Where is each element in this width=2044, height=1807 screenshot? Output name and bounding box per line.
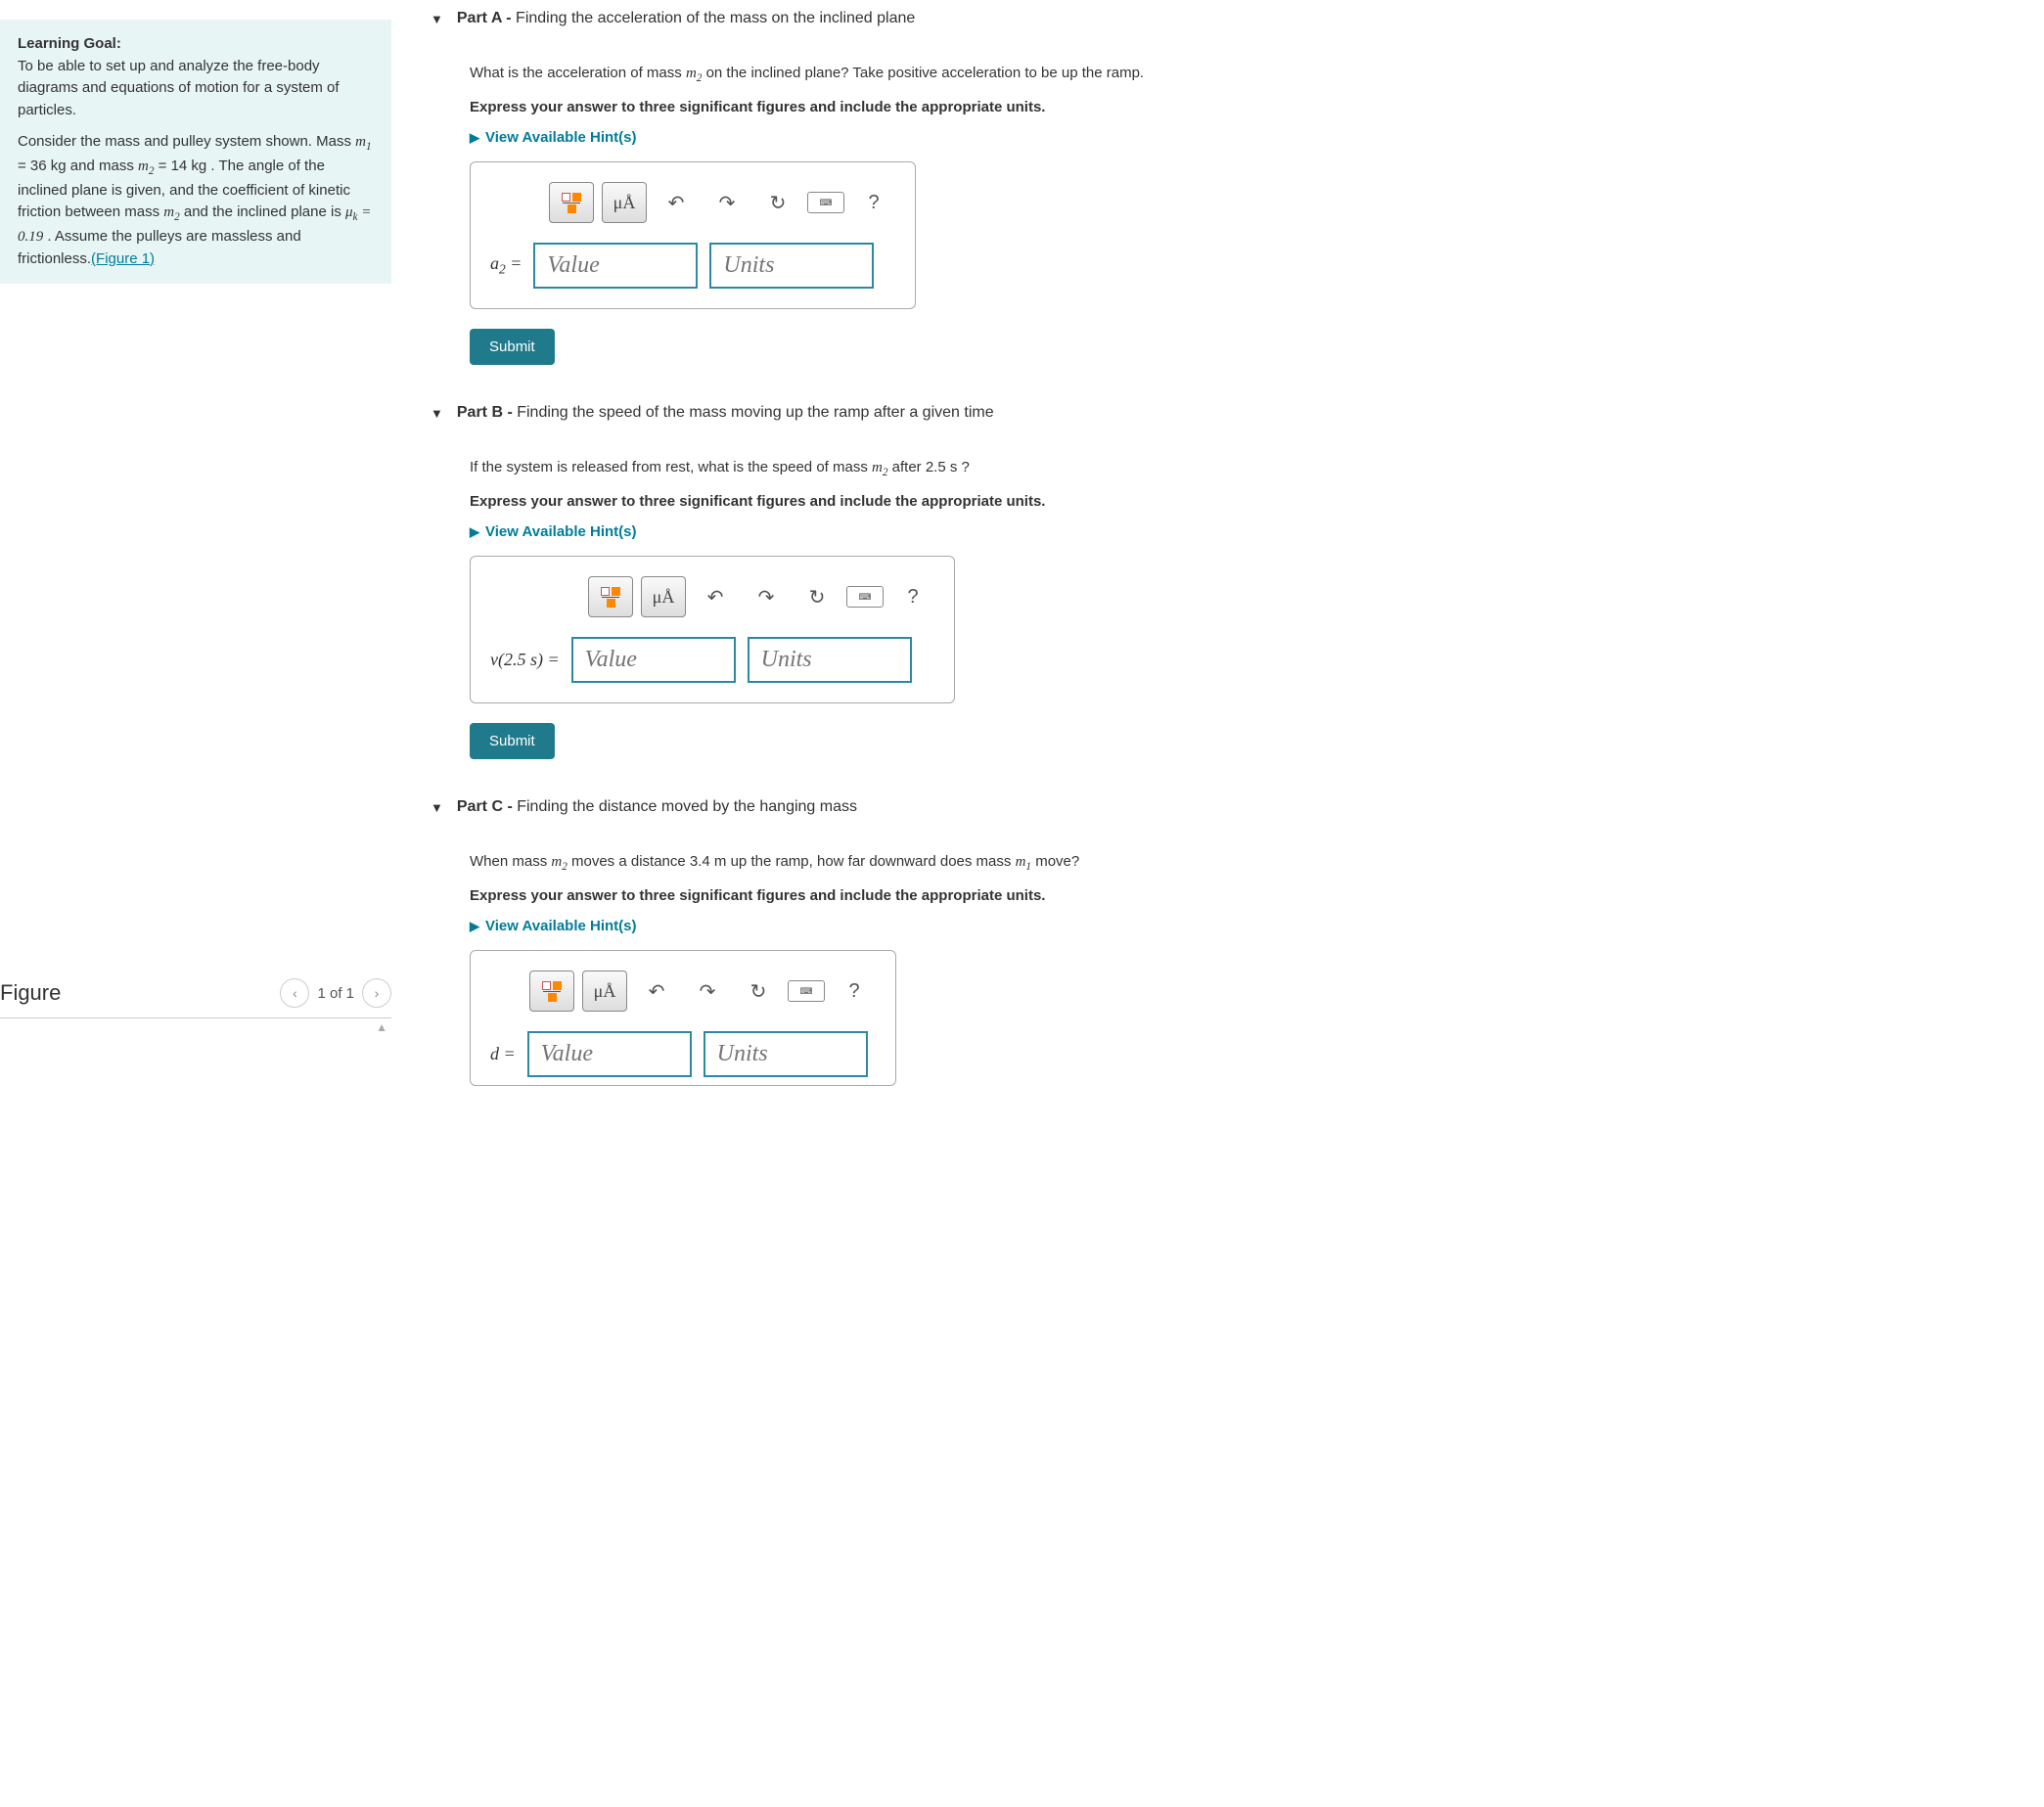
chevron-down-icon: ▼ (431, 12, 443, 26)
part-c-question: When mass m2 moves a distance 3.4 m up t… (470, 850, 2044, 876)
redo-button[interactable]: ↷ (705, 183, 749, 222)
chevron-right-icon: ▶ (470, 524, 479, 540)
keyboard-button[interactable]: ⌨ (846, 586, 884, 608)
chevron-down-icon: ▼ (431, 800, 443, 815)
part-b-units-input[interactable] (748, 637, 912, 683)
part-b-question: If the system is released from rest, wha… (470, 456, 2044, 481)
part-a-var-label: a2 = (490, 253, 522, 278)
undo-button[interactable]: ↶ (694, 577, 737, 616)
part-b-header[interactable]: ▼ Part B - Finding the speed of the mass… (431, 404, 2044, 427)
part-b: ▼ Part B - Finding the speed of the mass… (431, 404, 2044, 759)
part-b-instructions: Express your answer to three significant… (470, 493, 2044, 510)
goal-heading: Learning Goal: (18, 35, 121, 52)
units-picker-button[interactable]: μÅ (582, 971, 627, 1012)
part-c-var-label: d = (490, 1044, 516, 1064)
help-button[interactable]: ? (852, 183, 895, 222)
units-picker-button[interactable]: μÅ (641, 576, 686, 617)
prev-figure-button[interactable]: ‹ (280, 978, 309, 1008)
part-a-answer-box: μÅ ↶ ↷ ↻ ⌨ ? a2 = (470, 161, 916, 309)
part-a-value-input[interactable] (533, 243, 698, 289)
keyboard-button[interactable]: ⌨ (788, 980, 825, 1002)
part-c-units-input[interactable] (704, 1031, 868, 1077)
part-a-header[interactable]: ▼ Part A - Finding the acceleration of t… (431, 10, 2044, 32)
figure-section: Figure ‹ 1 of 1 › (0, 969, 391, 1018)
part-b-answer-box: μÅ ↶ ↷ ↻ ⌨ ? v(2.5 s) = (470, 556, 955, 703)
part-c-answer-box: μÅ ↶ ↷ ↻ ⌨ ? d = (470, 950, 896, 1086)
units-picker-button[interactable]: μÅ (602, 182, 647, 223)
figure-link[interactable]: (Figure 1) (91, 250, 155, 267)
part-b-value-input[interactable] (571, 637, 736, 683)
chevron-right-icon: ▶ (470, 130, 479, 146)
part-a-submit-button[interactable]: Submit (470, 329, 555, 365)
figure-title: Figure (0, 980, 61, 1006)
part-c-header[interactable]: ▼ Part C - Finding the distance moved by… (431, 798, 2044, 821)
goal-text: To be able to set up and analyze the fre… (18, 58, 340, 118)
part-b-submit-button[interactable]: Submit (470, 723, 555, 759)
chevron-down-icon: ▼ (431, 406, 443, 421)
figure-page-indicator: 1 of 1 (317, 985, 354, 1002)
part-c-instructions: Express your answer to three significant… (470, 887, 2044, 904)
template-picker-button[interactable] (529, 971, 574, 1012)
part-b-var-label: v(2.5 s) = (490, 650, 560, 670)
redo-button[interactable]: ↷ (745, 577, 788, 616)
part-a-question: What is the acceleration of mass m2 on t… (470, 62, 2044, 87)
next-figure-button[interactable]: › (362, 978, 391, 1008)
reset-button[interactable]: ↻ (795, 577, 839, 616)
part-a-hints-toggle[interactable]: ▶ View Available Hint(s) (470, 129, 2044, 146)
part-b-hints-toggle[interactable]: ▶ View Available Hint(s) (470, 523, 2044, 540)
scroll-up-icon[interactable]: ▲ (0, 1018, 391, 1034)
undo-button[interactable]: ↶ (655, 183, 698, 222)
template-picker-button[interactable] (549, 182, 594, 223)
part-c-hints-toggle[interactable]: ▶ View Available Hint(s) (470, 918, 2044, 934)
part-c: ▼ Part C - Finding the distance moved by… (431, 798, 2044, 1106)
learning-goal-box: Learning Goal: To be able to set up and … (0, 20, 391, 284)
keyboard-button[interactable]: ⌨ (807, 192, 844, 213)
desc-text: Consider the mass and pulley system show… (18, 133, 372, 267)
part-a-units-input[interactable] (709, 243, 874, 289)
help-button[interactable]: ? (891, 577, 934, 616)
figure-pagination: ‹ 1 of 1 › (280, 978, 391, 1008)
chevron-right-icon: ▶ (470, 919, 479, 934)
help-button[interactable]: ? (833, 971, 876, 1011)
part-c-value-input[interactable] (527, 1031, 692, 1077)
template-picker-button[interactable] (588, 576, 633, 617)
redo-button[interactable]: ↷ (686, 971, 729, 1011)
undo-button[interactable]: ↶ (635, 971, 678, 1011)
part-a: ▼ Part A - Finding the acceleration of t… (431, 10, 2044, 365)
reset-button[interactable]: ↻ (737, 971, 780, 1011)
part-a-instructions: Express your answer to three significant… (470, 99, 2044, 115)
reset-button[interactable]: ↻ (756, 183, 799, 222)
